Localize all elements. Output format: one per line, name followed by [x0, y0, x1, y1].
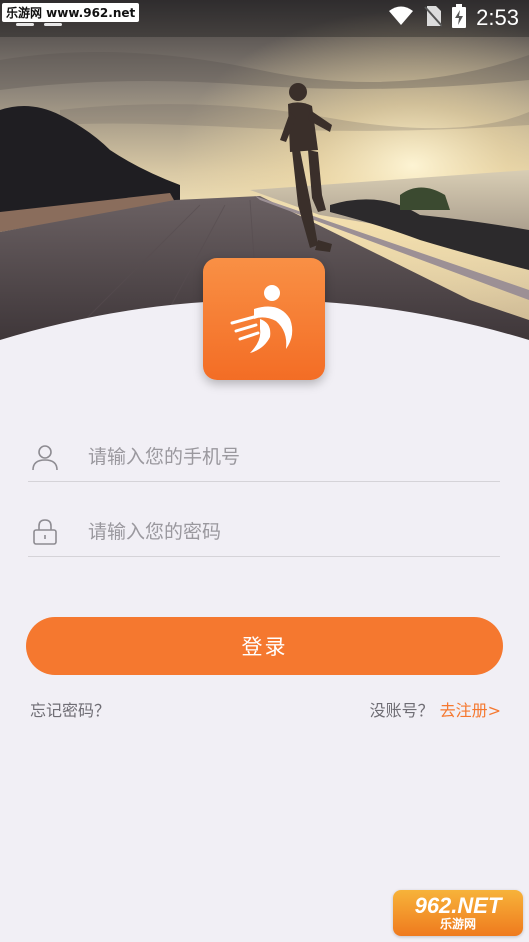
login-button[interactable]: 登录 — [26, 617, 503, 675]
no-sim-icon — [424, 5, 443, 31]
lock-icon — [30, 517, 60, 547]
status-time: 2:53 — [476, 5, 519, 30]
watermark-number: 962.NET — [414, 893, 502, 918]
wifi-icon — [388, 6, 414, 30]
notification-icons — [16, 23, 62, 26]
notification-icon — [16, 23, 34, 26]
phone-field — [28, 432, 500, 482]
no-account-label: 没账号？ — [369, 701, 434, 720]
site-watermark-logo: 962.NET 乐游网 — [393, 890, 523, 936]
password-input[interactable] — [88, 520, 468, 543]
user-icon — [30, 442, 60, 472]
app-logo — [203, 258, 325, 380]
forgot-password-link[interactable]: 忘记密码？ — [30, 697, 110, 721]
runner-logo-icon — [230, 285, 293, 353]
password-field — [28, 507, 500, 557]
phone-input[interactable] — [88, 445, 468, 468]
register-link[interactable]: 去注册> — [440, 697, 501, 721]
notification-icon — [44, 23, 62, 26]
site-watermark: 乐游网 www.962.net — [2, 3, 140, 22]
watermark-site: 乐游网 — [439, 917, 476, 931]
status-bar: 乐游网 www.962.net 2:53 — [0, 0, 529, 37]
register-row: 没账号？ 去注册> — [370, 697, 501, 721]
battery-charging-icon — [452, 4, 467, 32]
